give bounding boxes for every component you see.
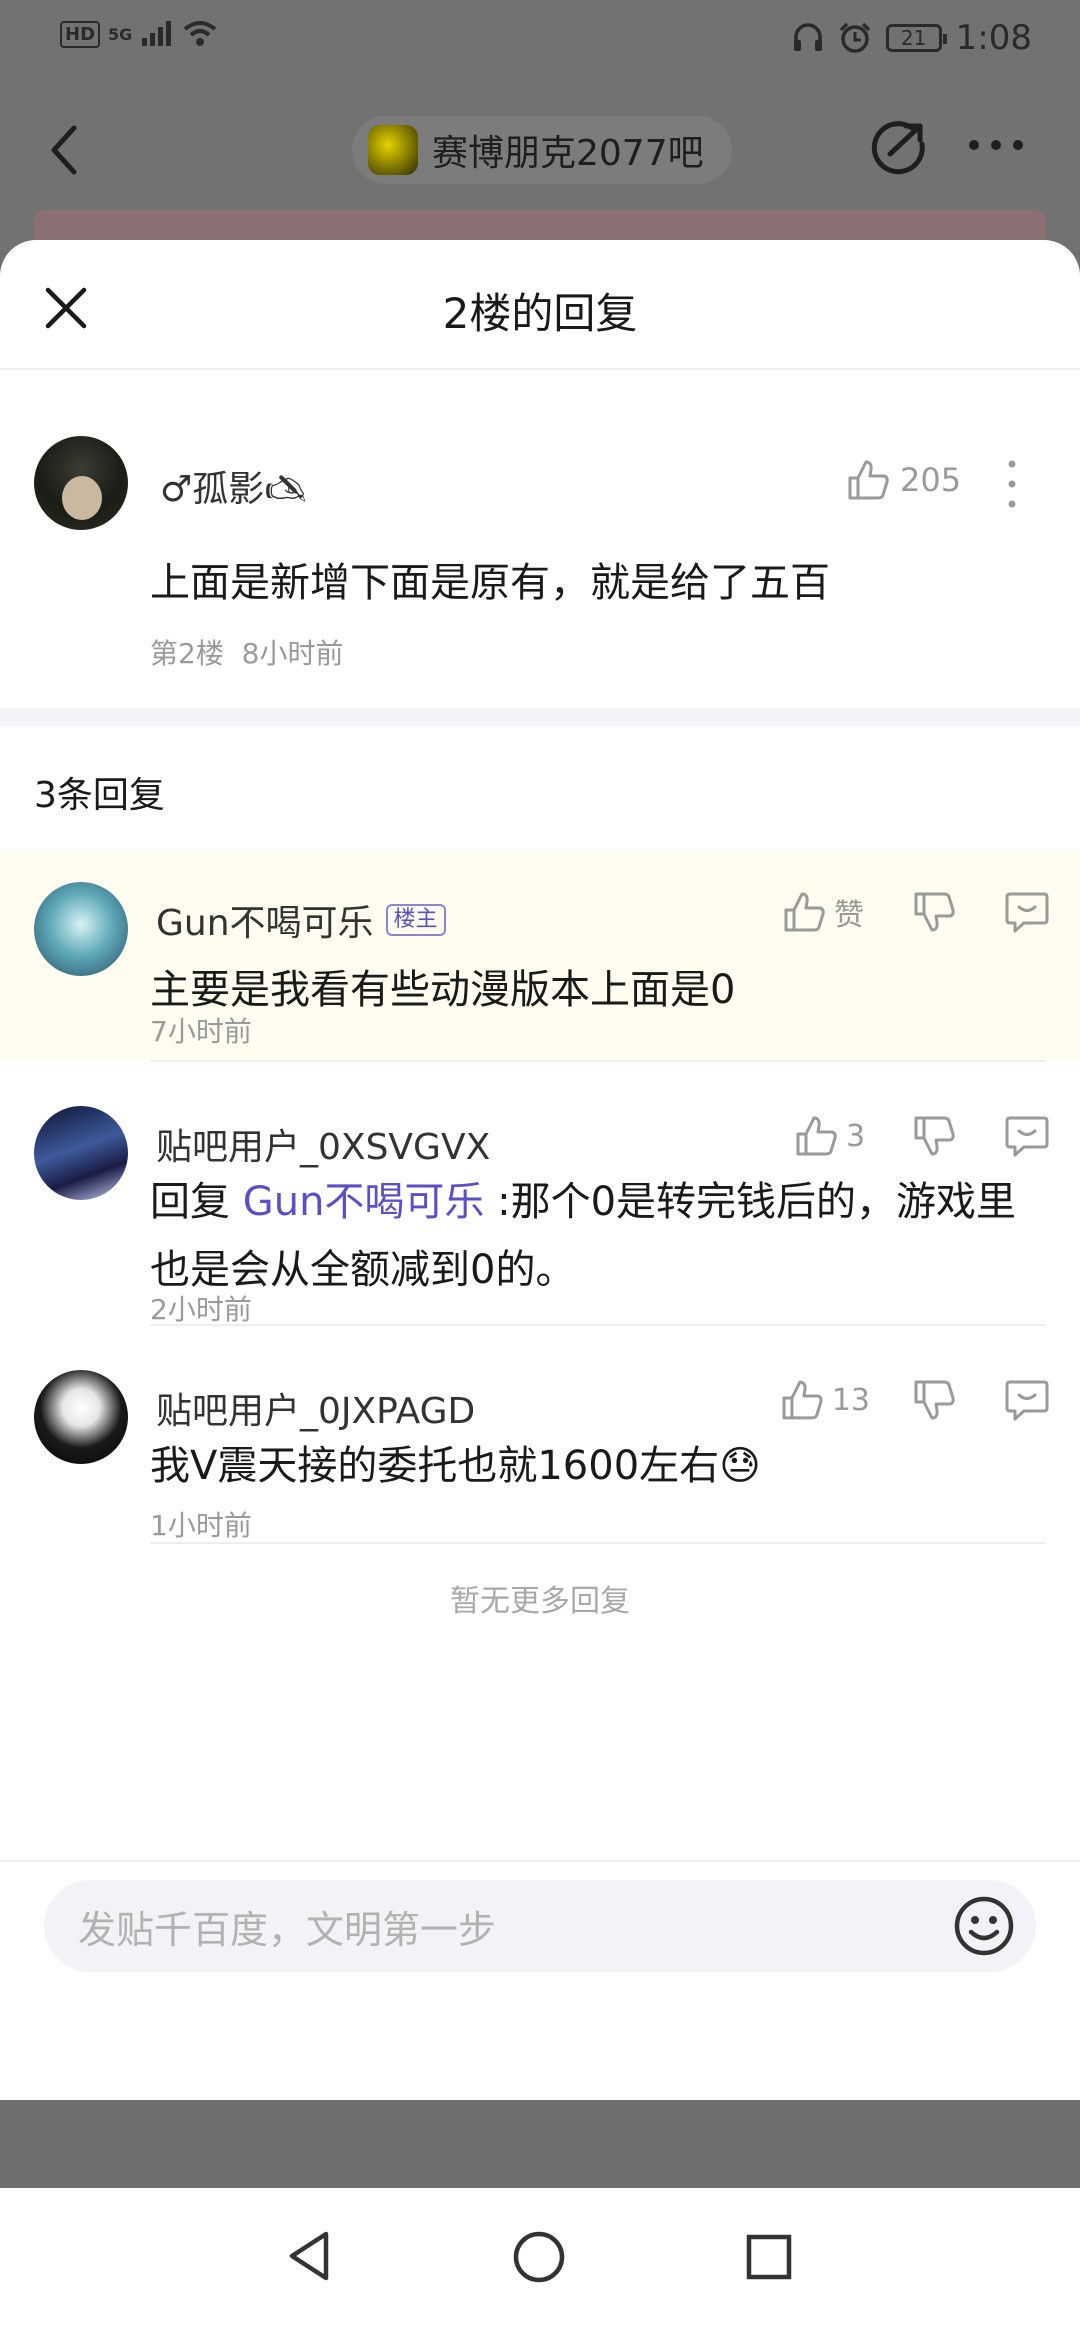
avatar[interactable]	[34, 436, 128, 530]
section-divider	[0, 708, 1080, 726]
nav-home-icon[interactable]	[512, 2230, 566, 2284]
battery-indicator: 21	[885, 24, 947, 52]
thumb-up-icon	[782, 1380, 823, 1420]
reply-count-header: 3条回复	[34, 775, 165, 816]
avatar[interactable]	[34, 1370, 128, 1464]
forum-pill[interactable]: 赛博朋克2077吧	[352, 116, 732, 184]
avatar[interactable]	[34, 882, 128, 976]
no-more-section: 暂无更多回复	[0, 1544, 1080, 1664]
reply-content: 主要是我看有些动漫版本上面是0	[150, 967, 736, 1013]
dislike-button[interactable]	[912, 1114, 956, 1158]
reply-actions: 3	[794, 1114, 1050, 1158]
reply-item: 贴吧用户_0JXPAGD 13 我V震天接的委托也就1600左右😓 1小时前	[0, 1326, 1080, 1542]
main-post-author[interactable]: ♂孤影🖎	[160, 460, 307, 524]
comment-input-bar: 发贴千百度，文明第一步	[0, 1860, 1080, 2010]
main-post-content: 上面是新增下面是原有，就是给了五百	[150, 560, 830, 606]
reply-time: 2小时前	[150, 1293, 252, 1326]
wifi-icon	[184, 21, 217, 46]
signal-icon	[142, 21, 172, 46]
share-icon[interactable]	[868, 118, 928, 178]
hd-indicator: HD	[60, 20, 101, 48]
reply-actions: 13	[780, 1378, 1050, 1422]
like-button[interactable]: 13	[780, 1378, 870, 1422]
reply-author-name: 贴吧用户_0JXPAGD	[156, 1391, 476, 1432]
reply-author[interactable]: Gun不喝可乐 楼主	[156, 894, 446, 946]
reply-time: 1小时前	[150, 1509, 252, 1542]
main-post-floor: 第2楼	[150, 637, 224, 670]
comment-button[interactable]	[1004, 890, 1050, 934]
comment-input[interactable]: 发贴千百度，文明第一步	[44, 1880, 1036, 1972]
thumb-down-icon	[914, 1380, 955, 1420]
reply-author-name: Gun不喝可乐	[156, 903, 374, 944]
like-button[interactable]: 赞	[782, 890, 870, 934]
system-nav-bar	[0, 2188, 1080, 2340]
main-post-like-count: 205	[900, 461, 962, 499]
avatar[interactable]	[34, 1106, 128, 1200]
reply-item: Gun不喝可乐 楼主 赞 主要是我看有些动漫版本上面是0 7小时前	[0, 850, 1080, 1060]
status-right: 21 1:08	[792, 18, 1032, 58]
nav-back-icon[interactable]	[284, 2228, 334, 2284]
comment-input-placeholder: 发贴千百度，文明第一步	[78, 1907, 497, 1952]
comment-button[interactable]	[1004, 1378, 1050, 1422]
like-count: 3	[846, 1118, 866, 1154]
network-label: 5G	[108, 24, 133, 44]
thumb-up-icon	[848, 460, 889, 500]
reply-item: 贴吧用户_0XSVGVX 3 回复 Gun不喝可乐:那个0是转完钱后的，游戏里…	[0, 1062, 1080, 1326]
dislike-button[interactable]	[912, 890, 956, 934]
reply-author[interactable]: 贴吧用户_0XSVGVX	[156, 1118, 490, 1170]
reply-author-name: 贴吧用户_0XSVGVX	[156, 1127, 491, 1168]
thumb-up-icon	[796, 1116, 837, 1156]
reply-content: 回复 Gun不喝可乐 :那个0是转完钱后的，游戏里也是会从全额减到0的。	[150, 1168, 1030, 1304]
clock: 1:08	[955, 18, 1032, 58]
sweat-emoji-icon: 😓	[719, 1443, 761, 1489]
background-page: HD 5G 21 1:08 赛博朋克2077吧	[0, 0, 1080, 250]
mention-link[interactable]: Gun不喝可乐	[243, 1179, 485, 1225]
reply-text: 我V震天接的委托也就1600左右	[150, 1443, 720, 1489]
reply-author[interactable]: 贴吧用户_0JXPAGD	[156, 1382, 475, 1434]
sheet-header: 2楼的回复	[0, 240, 1080, 370]
like-button[interactable]: 3	[794, 1114, 870, 1158]
forum-avatar	[368, 125, 418, 175]
reply-actions: 赞	[782, 890, 1050, 934]
main-post-time: 8小时前	[241, 637, 344, 670]
comment-icon	[1005, 892, 1049, 933]
comment-button[interactable]	[1004, 1114, 1050, 1158]
like-label: 赞	[834, 898, 864, 933]
reply-prefix: 回复	[150, 1179, 243, 1225]
reply-content: 我V震天接的委托也就1600左右😓	[150, 1432, 1030, 1500]
more-icon[interactable]	[966, 130, 1026, 160]
main-post: ♂孤影🖎 205 上面是新增下面是原有，就是给了五百 第2楼 8小时前	[0, 370, 1080, 708]
status-left: HD 5G	[60, 20, 218, 48]
thumb-down-icon	[914, 892, 955, 932]
comment-icon	[1005, 1116, 1049, 1157]
forum-name: 赛博朋克2077吧	[432, 133, 704, 174]
sheet-title: 2楼的回复	[442, 289, 638, 338]
dislike-button[interactable]	[912, 1378, 956, 1422]
smiley-icon[interactable]	[952, 1894, 1016, 1958]
kebab-menu-icon[interactable]	[1002, 454, 1022, 514]
thumb-down-icon	[914, 1116, 955, 1156]
reply-time: 7小时前	[150, 1015, 252, 1048]
reply-sheet: 2楼的回复 ♂孤影🖎 205 上面是新增下面是原有，就是给了五百 第2楼 8小时…	[0, 240, 1080, 2100]
alarm-icon	[839, 22, 870, 53]
comment-icon	[1005, 1380, 1049, 1421]
back-chevron-icon[interactable]	[44, 122, 84, 178]
headphones-icon	[793, 23, 822, 51]
like-count: 13	[831, 1382, 870, 1418]
thumb-up-icon	[784, 892, 825, 932]
main-post-meta: 第2楼 8小时前	[150, 632, 343, 672]
nav-recent-apps-icon[interactable]	[744, 2232, 794, 2282]
status-bar: HD 5G 21 1:08	[0, 0, 1080, 80]
forum-top-nav: 赛博朋克2077吧	[0, 100, 1080, 200]
owner-badge: 楼主	[385, 904, 446, 936]
no-more-replies-text: 暂无更多回复	[450, 1584, 630, 1619]
main-post-like-button[interactable]: 205	[846, 458, 961, 502]
